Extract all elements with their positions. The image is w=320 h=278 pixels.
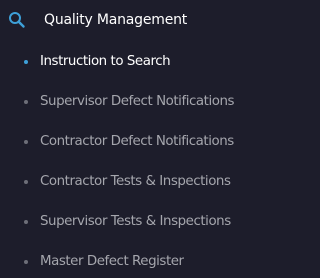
menu-item-supervisor-tests-inspections[interactable]: Supervisor Tests & Inspections xyxy=(0,207,263,237)
menu-item-master-defect-register[interactable]: Master Defect Register xyxy=(0,247,263,277)
bullet xyxy=(24,140,28,144)
menu-item-label: Supervisor Tests & Inspections xyxy=(40,214,231,229)
menu-item-label: Contractor Tests & Inspections xyxy=(40,174,231,189)
bullet xyxy=(24,100,28,104)
active-bullet xyxy=(24,60,28,64)
menu-section-quality-management[interactable]: Quality Management xyxy=(0,6,263,34)
menu-item-contractor-tests-inspections[interactable]: Contractor Tests & Inspections xyxy=(0,167,263,197)
sidebar-menu: Quality Management Instruction to Search… xyxy=(0,0,263,278)
menu-item-label: Master Defect Register xyxy=(40,254,184,269)
menu-section-title: Quality Management xyxy=(44,12,188,28)
menu-item-supervisor-defect-notifications[interactable]: Supervisor Defect Notifications xyxy=(0,87,263,117)
bullet xyxy=(24,180,28,184)
menu-item-contractor-defect-notifications[interactable]: Contractor Defect Notifications xyxy=(0,127,263,157)
menu-item-label: Supervisor Defect Notifications xyxy=(40,94,235,109)
menu-item-label: Contractor Defect Notifications xyxy=(40,134,234,149)
bullet xyxy=(24,220,28,224)
search-icon xyxy=(8,11,26,29)
menu-item-label: Instruction to Search xyxy=(40,54,171,69)
menu-item-instruction-to-search[interactable]: Instruction to Search xyxy=(0,47,263,77)
bullet xyxy=(24,260,28,264)
